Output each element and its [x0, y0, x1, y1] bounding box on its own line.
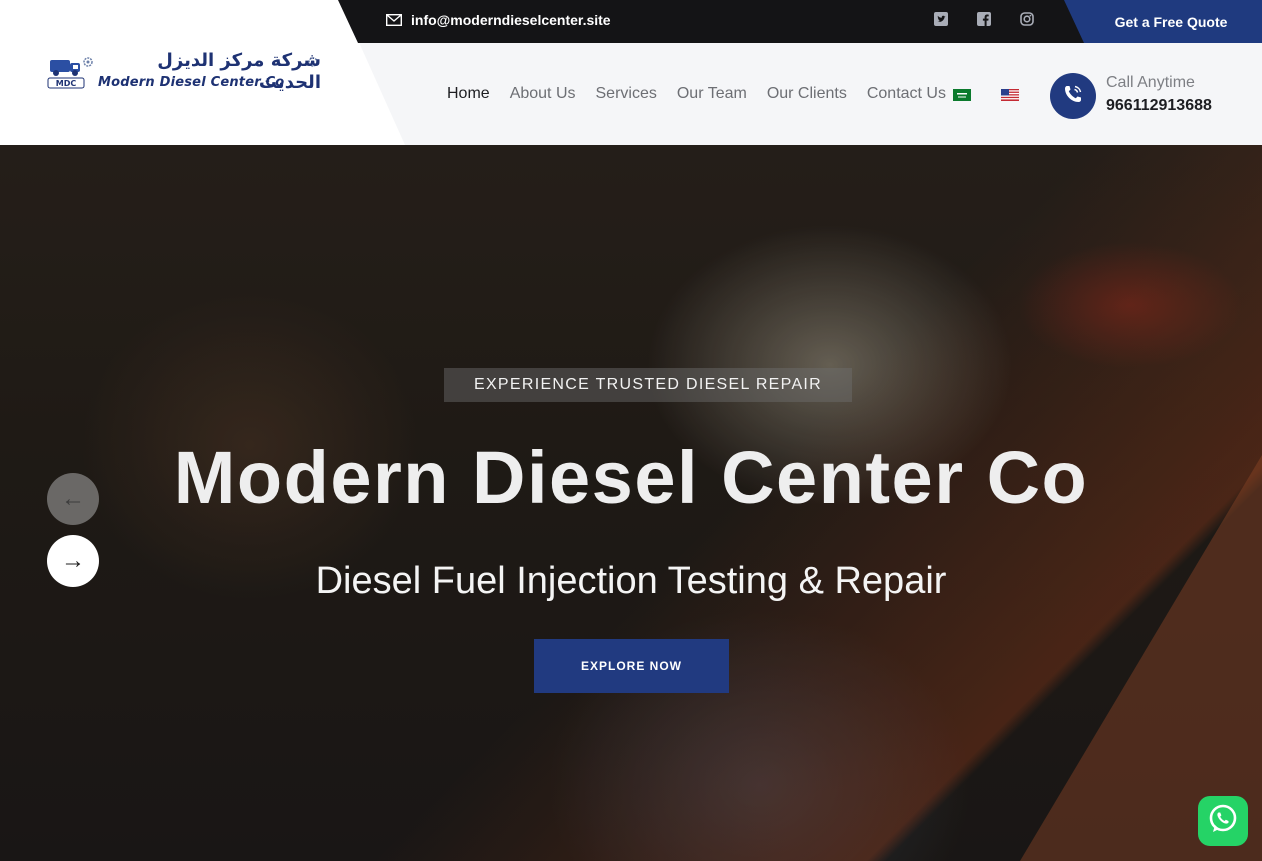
arrow-right-icon: →	[61, 547, 85, 574]
get-free-quote-button[interactable]: Get a Free Quote	[1064, 0, 1262, 43]
email-text: info@moderndieselcenter.site	[411, 12, 611, 28]
nav-item-about-us[interactable]: About Us	[510, 85, 576, 103]
call-anytime-label: Call Anytime	[1106, 74, 1195, 91]
nav-item-our-team[interactable]: Our Team	[677, 85, 747, 103]
saudi-flag-icon[interactable]	[953, 88, 971, 101]
nav-item-our-clients[interactable]: Our Clients	[767, 85, 847, 103]
arrow-left-icon: ←	[61, 485, 85, 512]
nav-item-contact-us[interactable]: Contact Us	[867, 85, 946, 103]
us-flag-icon[interactable]	[1001, 88, 1019, 101]
explore-now-button[interactable]: EXPLORE NOW	[534, 639, 729, 693]
phone-icon	[1062, 83, 1084, 110]
hero-subtitle: Diesel Fuel Injection Testing & Repair	[315, 560, 947, 602]
gear-icon	[82, 55, 94, 73]
facebook-icon[interactable]	[977, 12, 991, 26]
hero-tagline: EXPERIENCE TRUSTED DIESEL REPAIR	[444, 368, 852, 402]
hero-title: Modern Diesel Center Co	[173, 436, 1089, 519]
email-link[interactable]: info@moderndieselcenter.site	[386, 12, 611, 28]
whatsapp-icon	[1206, 802, 1240, 841]
nav-item-home[interactable]: Home	[447, 85, 490, 103]
instagram-icon[interactable]	[1020, 12, 1034, 26]
phone-number[interactable]: 966112913688	[1106, 97, 1212, 115]
phone-icon-button[interactable]	[1050, 73, 1096, 119]
envelope-icon	[386, 14, 402, 26]
nav-item-services[interactable]: Services	[596, 85, 657, 103]
twitter-icon[interactable]	[934, 12, 948, 26]
site-header: info@moderndieselcenter.site Get a Free …	[0, 0, 1262, 145]
slider-prev-button[interactable]: ←	[47, 473, 99, 525]
logo-badge-text: MDC	[56, 79, 77, 88]
site-logo[interactable]: MDC شركة مركز الديزل الحديث Modern Diese…	[46, 50, 321, 94]
hero-slider: EXPERIENCE TRUSTED DIESEL REPAIR Modern …	[0, 145, 1262, 861]
logo-english-text: Modern Diesel Center Co	[98, 75, 285, 90]
slider-next-button[interactable]: →	[47, 535, 99, 587]
whatsapp-chat-button[interactable]	[1198, 796, 1248, 846]
main-navigation: Home About Us Services Our Team Our Clie…	[447, 85, 946, 103]
